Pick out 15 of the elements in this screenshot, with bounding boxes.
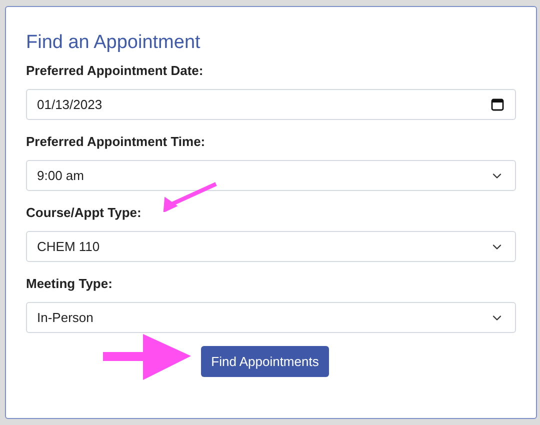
find-appointments-button[interactable]: Find Appointments	[201, 346, 329, 377]
field-value: In-Person	[37, 308, 94, 327]
dropdown[interactable]: In-Person	[26, 302, 516, 333]
calendar-icon[interactable]	[491, 98, 504, 111]
field-value: 01/13/2023	[37, 96, 102, 114]
date-field[interactable]: 01/13/2023	[26, 89, 516, 120]
form-title: Find an Appointment	[26, 31, 202, 55]
field-value: CHEM 110	[37, 238, 100, 256]
dropdown[interactable]: 9:00 am	[26, 160, 516, 191]
field-label: Preferred Appointment Date:	[26, 63, 204, 79]
field-label: Meeting Type:	[26, 276, 114, 292]
field-label: Preferred Appointment Time:	[26, 134, 206, 150]
dropdown[interactable]: CHEM 110	[26, 231, 516, 262]
field-value: 9:00 am	[37, 166, 84, 185]
field-label: Course/Appt Type:	[26, 205, 142, 221]
